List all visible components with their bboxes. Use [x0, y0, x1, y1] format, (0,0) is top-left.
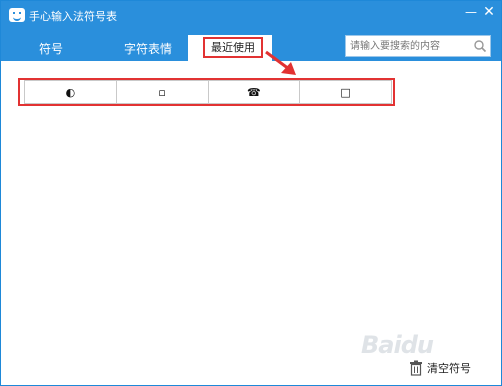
recent-symbols-grid: ◐ ▫ ☎ □: [24, 80, 392, 104]
close-button[interactable]: ✕: [481, 4, 497, 20]
app-logo-icon: [9, 8, 25, 22]
tab-character-emoticons[interactable]: 字符表情: [113, 38, 183, 60]
window-title: 手心输入法符号表: [29, 10, 117, 23]
symbol-cell[interactable]: ▫: [117, 81, 209, 103]
clear-symbols-label: 清空符号: [427, 362, 471, 375]
watermark-text: Baidu: [361, 331, 434, 359]
symbol-cell[interactable]: ◐: [25, 81, 117, 103]
search-icon[interactable]: [473, 39, 487, 53]
tab-recently-used[interactable]: 最近使用: [188, 35, 272, 61]
symbol-cell[interactable]: □: [300, 81, 391, 103]
tab-recently-used-label: 最近使用: [203, 37, 263, 58]
trash-icon: [410, 360, 422, 376]
title-bar: 手心输入法符号表 — ✕ 符号 字符表情 最近使用: [1, 1, 501, 61]
symbol-cell[interactable]: ☎: [209, 81, 301, 103]
search-input[interactable]: [350, 38, 468, 54]
symbol-table-window: 手心输入法符号表 — ✕ 符号 字符表情 最近使用 ◐ ▫ ☎ □ Baidu: [0, 0, 502, 386]
tab-symbols[interactable]: 符号: [31, 38, 71, 60]
clear-symbols-button[interactable]: 清空符号: [409, 359, 471, 377]
minimize-button[interactable]: —: [463, 4, 479, 20]
red-arrow-annotation: [265, 50, 296, 75]
search-box: [345, 35, 491, 57]
